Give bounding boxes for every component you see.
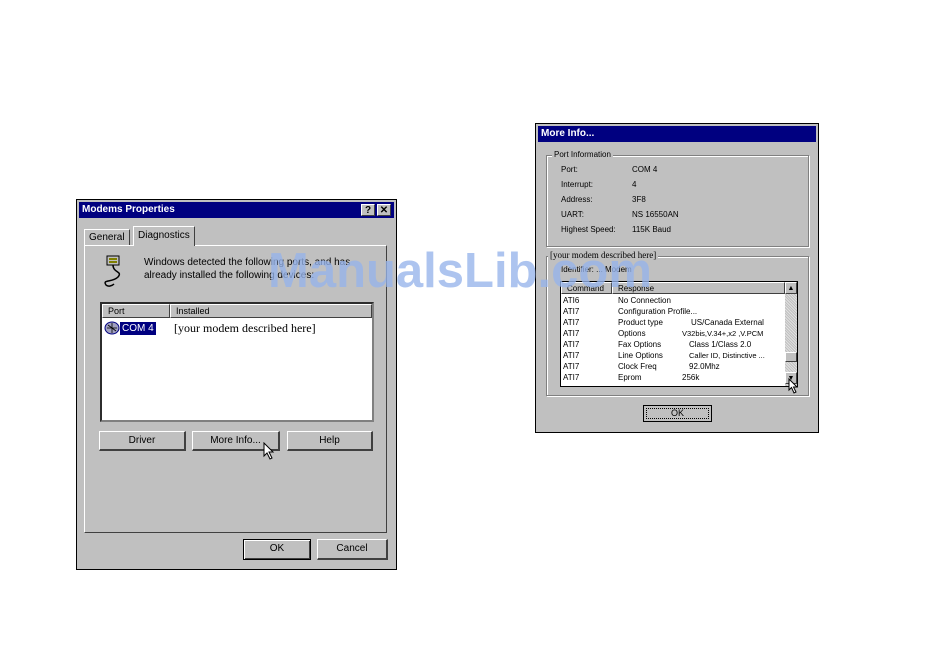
port-label: Port: — [561, 165, 578, 174]
tab-diagnostics[interactable]: Diagnostics — [133, 226, 195, 246]
column-header-installed[interactable]: Installed — [170, 304, 372, 318]
watermark: ManualsLib.com — [268, 244, 652, 298]
close-title-button[interactable]: ✕ — [377, 204, 391, 216]
uart-value: NS 16550AN — [632, 210, 679, 219]
table-row[interactable]: COM 4 [your modem described here] — [104, 321, 370, 337]
more-info-title-bar[interactable]: More Info... — [538, 126, 816, 142]
port-value: COM 4 — [632, 165, 658, 174]
highest-speed-label: Highest Speed: — [561, 225, 616, 234]
help-title-button[interactable]: ? — [361, 204, 375, 216]
highest-speed-value: 115K Baud — [632, 225, 671, 234]
vertical-scrollbar[interactable]: ▲ ▼ — [785, 282, 797, 386]
address-label: Address: — [561, 195, 593, 204]
driver-button[interactable]: Driver — [99, 431, 186, 451]
row-port-cell: COM 4 — [120, 322, 156, 335]
modem-cable-icon — [104, 255, 121, 287]
uart-label: UART: — [561, 210, 584, 219]
ports-list-view[interactable]: Port Installed COM 4 [your modem describ… — [100, 302, 374, 422]
scroll-thumb[interactable] — [785, 352, 797, 362]
more-info-title: More Info... — [541, 128, 595, 139]
scroll-up-icon[interactable]: ▲ — [785, 282, 797, 294]
mouse-cursor-icon — [263, 442, 275, 460]
interrupt-value: 4 — [632, 180, 637, 189]
help-button[interactable]: Help — [287, 431, 373, 451]
modems-title: Modems Properties — [82, 204, 175, 215]
ok-button[interactable]: OK — [243, 539, 311, 560]
more-info-ok-button[interactable]: OK — [643, 405, 712, 422]
modem-device-icon — [104, 321, 120, 335]
address-value: 3F8 — [632, 195, 646, 204]
tab-general[interactable]: General — [84, 229, 130, 245]
interrupt-label: Interrupt: — [561, 180, 594, 189]
row-installed-cell: [your modem described here] — [174, 321, 316, 335]
mouse-cursor-icon — [788, 378, 799, 394]
column-header-port[interactable]: Port — [102, 304, 170, 318]
modems-title-bar[interactable]: Modems Properties — [79, 202, 394, 218]
cancel-button[interactable]: Cancel — [317, 539, 388, 560]
port-information-label: Port Information — [552, 150, 613, 160]
